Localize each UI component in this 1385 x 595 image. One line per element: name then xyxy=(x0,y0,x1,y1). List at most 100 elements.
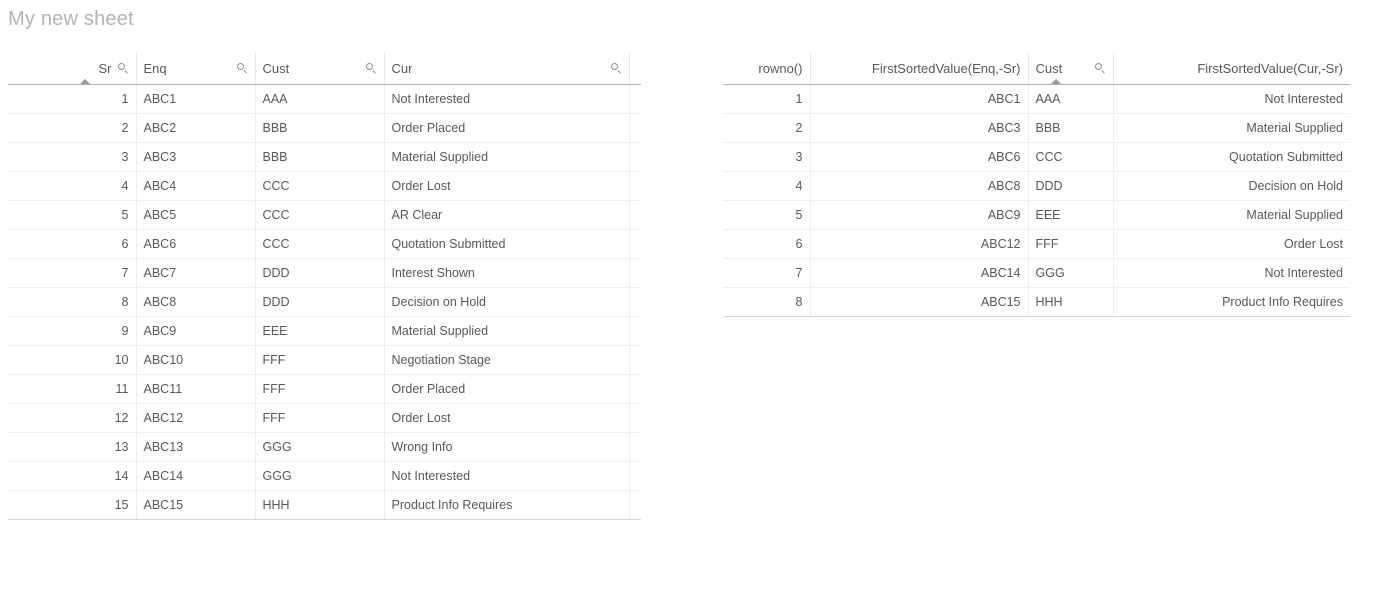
table-row[interactable]: 2 ABC2 BBB Order Placed xyxy=(8,113,641,143)
table-cell[interactable]: Negotiation Stage xyxy=(384,345,630,375)
table-cell[interactable]: 1 xyxy=(723,84,811,114)
table-cell[interactable]: EEE xyxy=(1028,200,1114,230)
table-cell[interactable]: 3 xyxy=(723,142,811,172)
column-header-cur[interactable]: Cur xyxy=(384,53,630,85)
table-cell[interactable]: Order Lost xyxy=(384,403,630,433)
table-cell[interactable]: DDD xyxy=(1028,171,1114,201)
table-row[interactable]: 7 ABC7 DDD Interest Shown xyxy=(8,258,641,288)
source-straight-table[interactable]: Sr Enq Cust Cur 1 ABC1 AAA Not Interested 2 ABC2 B… xyxy=(8,53,641,520)
table-row[interactable]: 2 ABC3 BBB Material Supplied xyxy=(723,113,1350,143)
table-cell[interactable]: 5 xyxy=(8,200,137,230)
table-cell[interactable]: 1 xyxy=(8,84,137,114)
table-row[interactable]: 8 ABC8 DDD Decision on Hold xyxy=(8,287,641,317)
column-header-rowno[interactable]: rowno() xyxy=(723,53,811,85)
table-row[interactable]: 3 ABC6 CCC Quotation Submitted xyxy=(723,142,1350,172)
table-cell[interactable]: Decision on Hold xyxy=(384,287,630,317)
table-row[interactable]: 11 ABC11 FFF Order Placed xyxy=(8,374,641,404)
table-cell[interactable]: ABC12 xyxy=(810,229,1029,259)
table-cell[interactable]: FFF xyxy=(1028,229,1114,259)
table-cell[interactable]: BBB xyxy=(255,142,385,172)
table-row[interactable]: 9 ABC9 EEE Material Supplied xyxy=(8,316,641,346)
table-cell[interactable]: Not Interested xyxy=(1113,84,1350,114)
table-cell[interactable] xyxy=(629,258,641,288)
table-cell[interactable] xyxy=(629,461,641,491)
column-header-sr[interactable]: Sr xyxy=(8,53,137,85)
table-cell[interactable]: 10 xyxy=(8,345,137,375)
table-cell[interactable]: DDD xyxy=(255,258,385,288)
table-cell[interactable]: Quotation Submitted xyxy=(1113,142,1350,172)
table-cell[interactable]: GGG xyxy=(255,432,385,462)
table-cell[interactable]: Product Info Requires xyxy=(384,490,630,520)
table-cell[interactable] xyxy=(629,403,641,433)
table-row[interactable]: 4 ABC4 CCC Order Lost xyxy=(8,171,641,201)
table-cell[interactable] xyxy=(629,84,641,114)
table-row[interactable]: 14 ABC14 GGG Not Interested xyxy=(8,461,641,491)
table-cell[interactable]: Order Lost xyxy=(384,171,630,201)
table-cell[interactable]: ABC15 xyxy=(136,490,256,520)
table-cell[interactable]: 2 xyxy=(723,113,811,143)
table-cell[interactable]: 4 xyxy=(723,171,811,201)
table-row[interactable]: 8 ABC15 HHH Product Info Requires xyxy=(723,287,1350,317)
table-cell[interactable] xyxy=(629,490,641,520)
search-icon[interactable] xyxy=(236,62,248,74)
column-header-cust[interactable]: Cust xyxy=(1028,53,1114,85)
table-cell[interactable]: Interest Shown xyxy=(384,258,630,288)
table-cell[interactable]: AAA xyxy=(255,84,385,114)
table-cell[interactable]: BBB xyxy=(1028,113,1114,143)
table-cell[interactable] xyxy=(629,316,641,346)
column-header-firstsortedvalue-cur-sr[interactable]: FirstSortedValue(Cur,-Sr) xyxy=(1113,53,1350,85)
table-cell[interactable] xyxy=(629,142,641,172)
table-cell[interactable]: DDD xyxy=(255,287,385,317)
table-cell[interactable]: Not Interested xyxy=(384,84,630,114)
search-icon[interactable] xyxy=(1094,62,1106,74)
table-row[interactable]: 3 ABC3 BBB Material Supplied xyxy=(8,142,641,172)
table-cell[interactable]: ABC6 xyxy=(810,142,1029,172)
table-cell[interactable]: 14 xyxy=(8,461,137,491)
table-cell[interactable]: 3 xyxy=(8,142,137,172)
table-cell[interactable]: 7 xyxy=(8,258,137,288)
table-cell[interactable]: ABC14 xyxy=(810,258,1029,288)
table-cell[interactable]: ABC6 xyxy=(136,229,256,259)
table-cell[interactable] xyxy=(629,374,641,404)
table-cell[interactable]: ABC7 xyxy=(136,258,256,288)
table-cell[interactable]: 8 xyxy=(8,287,137,317)
table-cell[interactable]: Order Placed xyxy=(384,113,630,143)
table-cell[interactable]: Quotation Submitted xyxy=(384,229,630,259)
table-row[interactable]: 5 ABC5 CCC AR Clear xyxy=(8,200,641,230)
table-cell[interactable]: Order Placed xyxy=(384,374,630,404)
table-row[interactable]: 5 ABC9 EEE Material Supplied xyxy=(723,200,1350,230)
table-cell[interactable]: ABC3 xyxy=(136,142,256,172)
table-cell[interactable]: Wrong Info xyxy=(384,432,630,462)
table-cell[interactable] xyxy=(629,345,641,375)
search-icon[interactable] xyxy=(117,62,129,74)
table-cell[interactable]: FFF xyxy=(255,403,385,433)
table-cell[interactable]: 7 xyxy=(723,258,811,288)
table-cell[interactable] xyxy=(629,171,641,201)
table-cell[interactable]: CCC xyxy=(255,171,385,201)
table-cell[interactable] xyxy=(629,229,641,259)
table-row[interactable]: 1 ABC1 AAA Not Interested xyxy=(8,84,641,114)
table-row[interactable]: 12 ABC12 FFF Order Lost xyxy=(8,403,641,433)
column-header-cust[interactable]: Cust xyxy=(255,53,385,85)
table-row[interactable]: 4 ABC8 DDD Decision on Hold xyxy=(723,171,1350,201)
table-cell[interactable]: 11 xyxy=(8,374,137,404)
search-icon[interactable] xyxy=(610,62,622,74)
table-cell[interactable] xyxy=(629,200,641,230)
table-cell[interactable]: BBB xyxy=(255,113,385,143)
firstsortedvalue-straight-table[interactable]: rowno() FirstSortedValue(Enq,-Sr) Cust Firs… xyxy=(723,53,1350,317)
table-row[interactable]: 6 ABC6 CCC Quotation Submitted xyxy=(8,229,641,259)
table-cell[interactable]: Material Supplied xyxy=(384,316,630,346)
table-cell[interactable]: ABC1 xyxy=(810,84,1029,114)
table-cell[interactable]: HHH xyxy=(255,490,385,520)
table-cell[interactable]: Not Interested xyxy=(1113,258,1350,288)
table-cell[interactable]: ABC2 xyxy=(136,113,256,143)
table-cell[interactable]: ABC12 xyxy=(136,403,256,433)
table-cell[interactable]: 13 xyxy=(8,432,137,462)
table-cell[interactable]: Product Info Requires xyxy=(1113,287,1350,317)
table-cell[interactable]: 15 xyxy=(8,490,137,520)
table-cell[interactable]: ABC15 xyxy=(810,287,1029,317)
table-row[interactable]: 1 ABC1 AAA Not Interested xyxy=(723,84,1350,114)
table-row[interactable]: 6 ABC12 FFF Order Lost xyxy=(723,229,1350,259)
table-cell[interactable]: CCC xyxy=(255,200,385,230)
table-cell[interactable]: FFF xyxy=(255,374,385,404)
